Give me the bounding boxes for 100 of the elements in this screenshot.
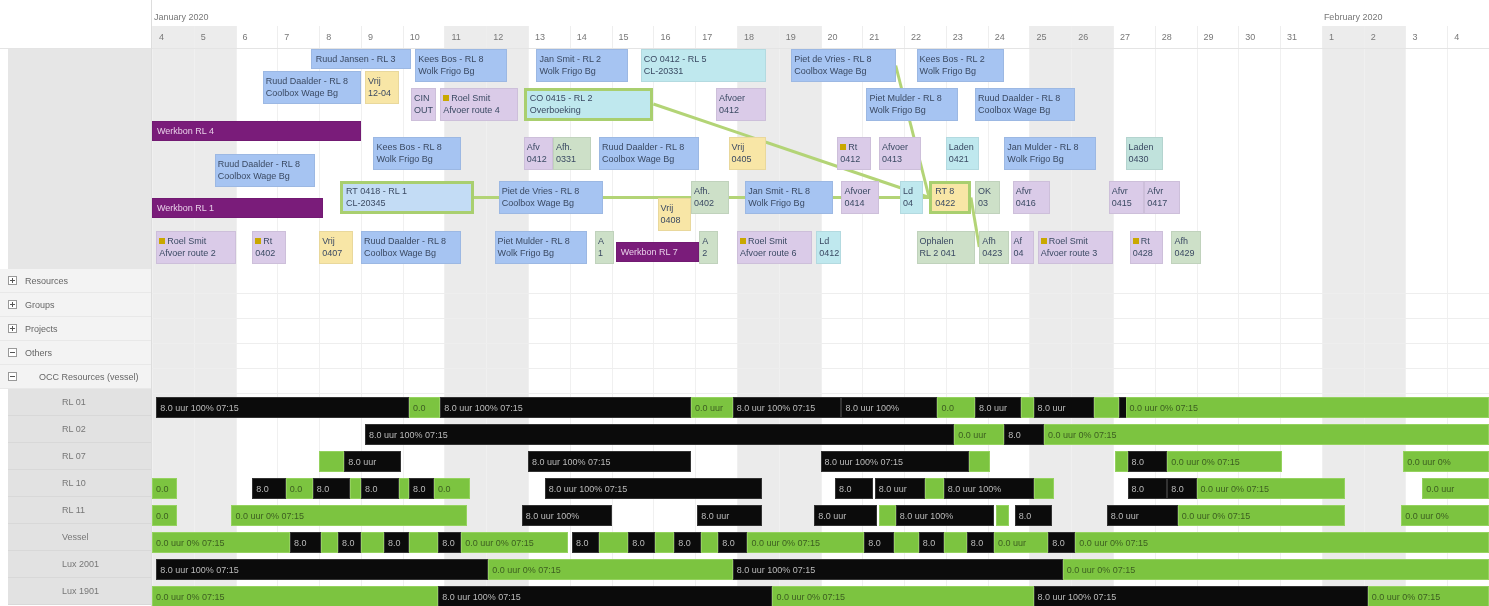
busy-bar: 8.0 <box>571 532 600 553</box>
event-card[interactable]: Ruud Daalder - RL 8 Coolbox Wage Bg <box>360 230 462 264</box>
event-card[interactable]: Jan Mulder - RL 8 Wolk Frigo Bg <box>1004 137 1097 170</box>
expand-icon[interactable] <box>8 276 17 285</box>
event-card[interactable]: Afvoer 0414 <box>841 181 879 214</box>
event-subtitle: Wolk Frigo Bg <box>869 103 926 116</box>
busy-bar: 8.0 <box>918 532 944 553</box>
event-card[interactable]: OK 03 <box>975 181 1001 214</box>
event-card[interactable]: Afvr 0415 <box>1108 181 1145 214</box>
day-label: 14 <box>569 26 612 48</box>
event-card[interactable]: Kees Bos - RL 8 Wolk Frigo Bg <box>373 137 462 170</box>
day-label: 19 <box>778 26 821 48</box>
busy-bar: 8.0 uur <box>874 478 925 499</box>
busy-bar: 8.0 <box>408 478 434 499</box>
event-subtitle: Wolk Frigo Bg <box>1007 153 1064 165</box>
event-card[interactable]: Ruud Daalder - RL 8 Coolbox Wage Bg <box>599 137 700 170</box>
event-title: Jan Smit - RL 8 <box>748 185 810 197</box>
group-label[interactable]: Resources <box>25 275 69 286</box>
event-card[interactable]: Vrij 12-04 <box>365 71 399 104</box>
collapse-icon[interactable] <box>8 372 17 381</box>
event-card[interactable]: Ophalen RL 2 041 <box>916 230 976 264</box>
busy-bar: 8.0 uur <box>1033 397 1095 418</box>
busy-bar: 8.0 <box>252 478 286 499</box>
event-card[interactable]: Piet de Vries - RL 8 Coolbox Wage Bg <box>498 181 604 214</box>
event-card[interactable]: Ruud Daalder - RL 8 Coolbox Wage Bg <box>975 87 1076 121</box>
event-subtitle: Afvoer route 6 <box>739 246 797 259</box>
event-card[interactable]: Afvr 0416 <box>1012 181 1051 214</box>
free-bar: 0.0 <box>285 478 313 499</box>
event-card[interactable]: Ruud Daalder - RL 8 Coolbox Wage Bg <box>262 71 361 104</box>
event-subtitle: 0412 <box>819 246 840 259</box>
event-subtitle: Wolk Frigo Bg <box>497 246 554 259</box>
event-card[interactable]: Jan Smit - RL 8 Wolk Frigo Bg <box>745 181 833 214</box>
event-card[interactable]: Afvr 0417 <box>1144 181 1180 214</box>
event-card[interactable]: Afh. 0402 <box>690 181 729 214</box>
event-card[interactable]: CO 0415 - RL 2 Overboeking <box>523 87 654 121</box>
event-card[interactable]: Roel Smit Afvoer route 6 <box>736 230 813 264</box>
event-title: Vrij <box>368 75 381 87</box>
event-card[interactable]: Piet de Vries - RL 8 Coolbox Wage Bg <box>791 49 896 82</box>
event-card[interactable]: Piet Mulder - RL 8 Wolk Frigo Bg <box>866 87 959 121</box>
event-card[interactable]: Vrij 0407 <box>319 230 353 264</box>
event-card[interactable]: Roel Smit Afvoer route 2 <box>156 230 236 264</box>
event-card[interactable]: CIN OUT <box>411 87 437 121</box>
event-subtitle: CL-20345 <box>346 197 386 209</box>
busy-bar: 8.0 uur 100% 07:15 <box>365 424 955 445</box>
event-card[interactable]: Werkbon RL 4 <box>152 120 361 141</box>
event-card[interactable]: Piet Mulder - RL 8 Wolk Frigo Bg <box>494 230 587 264</box>
free-bar <box>398 478 409 499</box>
event-card[interactable]: Roel Smit Afvoer route 4 <box>440 87 518 121</box>
expand-icon[interactable] <box>8 300 17 309</box>
event-title: A <box>702 234 709 247</box>
event-card[interactable]: Afh 0423 <box>979 230 1009 264</box>
event-card[interactable]: Laden 0421 <box>945 137 980 170</box>
event-title: Afh <box>1174 234 1188 247</box>
event-card[interactable]: Afh 0429 <box>1171 230 1201 264</box>
event-card[interactable]: CO 0412 - RL 5 CL-20331 <box>640 49 767 82</box>
event-subtitle: Coolbox Wage Bg <box>501 197 574 209</box>
event-card[interactable]: RT 0418 - RL 1 CL-20345 <box>340 181 474 214</box>
collapse-icon[interactable] <box>8 348 17 357</box>
event-card[interactable]: Afv 0412 <box>523 137 554 170</box>
free-bar: 0.0 uur 0% <box>1403 451 1489 472</box>
busy-bar: 8.0 uur 100% <box>895 505 994 526</box>
day-label: 13 <box>528 26 570 48</box>
event-card[interactable]: Afvoer 0412 <box>716 87 767 121</box>
group-label[interactable]: Groups <box>25 299 55 310</box>
event-card[interactable]: Afh. 0331 <box>553 137 591 170</box>
event-card[interactable]: Afvoer 0413 <box>879 137 921 170</box>
event-title: A <box>597 234 604 247</box>
group-label[interactable]: Projects <box>25 323 58 334</box>
event-card[interactable]: Vrij 0405 <box>728 137 767 170</box>
event-subtitle: 03 <box>978 197 989 209</box>
event-title: Afvr <box>1015 185 1032 197</box>
busy-bar: 8.0 <box>1127 478 1168 499</box>
event-card[interactable]: Rt 0428 <box>1129 230 1164 264</box>
event-card[interactable]: Ruud Jansen - RL 3 <box>310 49 412 69</box>
event-card[interactable]: Ld 04 <box>899 181 923 214</box>
event-card[interactable]: Werkbon RL 1 <box>152 197 324 218</box>
event-card[interactable]: Ruud Daalder - RL 8 Coolbox Wage Bg <box>214 153 315 187</box>
event-card[interactable]: Roel Smit Afvoer route 3 <box>1037 230 1113 264</box>
free-bar: 0.0 uur 0% 07:15 <box>1062 559 1489 580</box>
event-card[interactable]: Werkbon RL 7 <box>615 241 700 262</box>
event-card[interactable]: Af 04 <box>1010 230 1034 264</box>
event-card[interactable]: Kees Bos - RL 8 Wolk Frigo Bg <box>415 49 508 82</box>
event-subtitle: 0413 <box>882 153 902 165</box>
event-subtitle: Wolk Frigo Bg <box>418 65 475 77</box>
event-card[interactable]: Ld 0412 <box>816 230 842 264</box>
event-card[interactable]: RT 8 0422 <box>929 181 971 214</box>
day-label: 3 <box>1405 26 1448 48</box>
expand-icon[interactable] <box>8 324 17 333</box>
event-card[interactable]: Vrij 0408 <box>657 197 691 231</box>
event-card[interactable]: A 2 <box>699 230 719 264</box>
event-card[interactable]: Rt 0402 <box>252 230 286 264</box>
group-label[interactable]: Others <box>25 347 52 358</box>
free-bar <box>1021 397 1034 418</box>
busy-bar: 8.0 <box>1048 532 1076 553</box>
event-title: Ruud Daalder - RL 8 <box>978 91 1061 104</box>
event-card[interactable]: Kees Bos - RL 2 Wolk Frigo Bg <box>916 49 1005 82</box>
event-card[interactable]: Laden 0430 <box>1125 137 1164 170</box>
event-card[interactable]: A 1 <box>594 230 614 264</box>
event-card[interactable]: Jan Smit - RL 2 Wolk Frigo Bg <box>536 49 629 82</box>
event-card[interactable]: Rt 0412 <box>837 137 871 170</box>
